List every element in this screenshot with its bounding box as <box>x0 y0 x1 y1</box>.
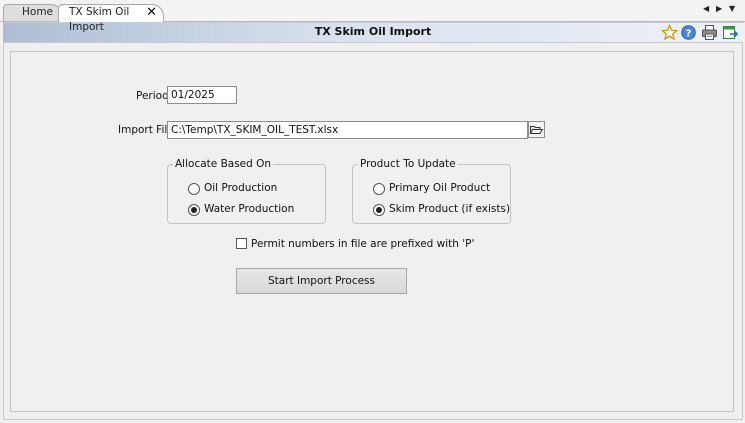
arrow-right-icon[interactable]: ▶ <box>716 4 722 13</box>
close-icon[interactable]: ✕ <box>146 5 157 21</box>
tab-home[interactable]: Home <box>3 4 63 21</box>
printer-icon[interactable] <box>701 24 718 41</box>
tab-tx-skim-oil-import[interactable]: TX Skim Oil Import ✕ <box>58 4 164 33</box>
help-icon[interactable]: ? <box>680 24 697 41</box>
radio-button-selected[interactable] <box>373 204 385 216</box>
radio-oil-production-label: Oil Production <box>204 182 278 194</box>
period-label: Period <box>136 90 169 102</box>
permit-prefix-checkbox[interactable] <box>236 238 247 249</box>
import-file-input[interactable] <box>167 121 528 139</box>
radio-primary-oil-product-label: Primary Oil Product <box>389 182 491 194</box>
svg-text:?: ? <box>686 28 692 39</box>
radio-water-production-label: Water Production <box>204 203 295 215</box>
permit-prefix-label: Permit numbers in file are prefixed with… <box>251 238 475 250</box>
radio-button[interactable] <box>373 183 385 195</box>
dropdown-icon[interactable]: ▼ <box>729 4 735 13</box>
tab-strip: Home TX Skim Oil Import ✕ ◀ ▶ ▼ <box>0 0 745 33</box>
tab-home-label: Home <box>22 6 54 18</box>
product-to-update-group: Product To Update Primary Oil Product Sk… <box>352 158 511 224</box>
allocate-based-on-group: Allocate Based On Oil Production Water P… <box>167 158 326 224</box>
radio-button-selected[interactable] <box>188 204 200 216</box>
star-icon[interactable] <box>661 24 678 41</box>
start-import-button[interactable]: Start Import Process <box>236 268 407 294</box>
export-icon[interactable] <box>722 24 739 41</box>
radio-button[interactable] <box>188 183 200 195</box>
product-group-legend: Product To Update <box>358 158 458 170</box>
folder-open-icon <box>529 126 544 134</box>
radio-skim-product-label: Skim Product (if exists) <box>389 203 511 215</box>
allocate-group-legend: Allocate Based On <box>173 158 274 170</box>
import-file-label: Import File <box>118 124 174 136</box>
browse-button[interactable] <box>528 121 545 138</box>
period-input[interactable] <box>167 86 237 104</box>
arrow-left-icon[interactable]: ◀ <box>703 4 709 13</box>
form-panel <box>10 51 734 412</box>
window-title-bar: TX Skim Oil Import ? <box>3 22 743 43</box>
page-title: TX Skim Oil Import <box>314 25 432 38</box>
